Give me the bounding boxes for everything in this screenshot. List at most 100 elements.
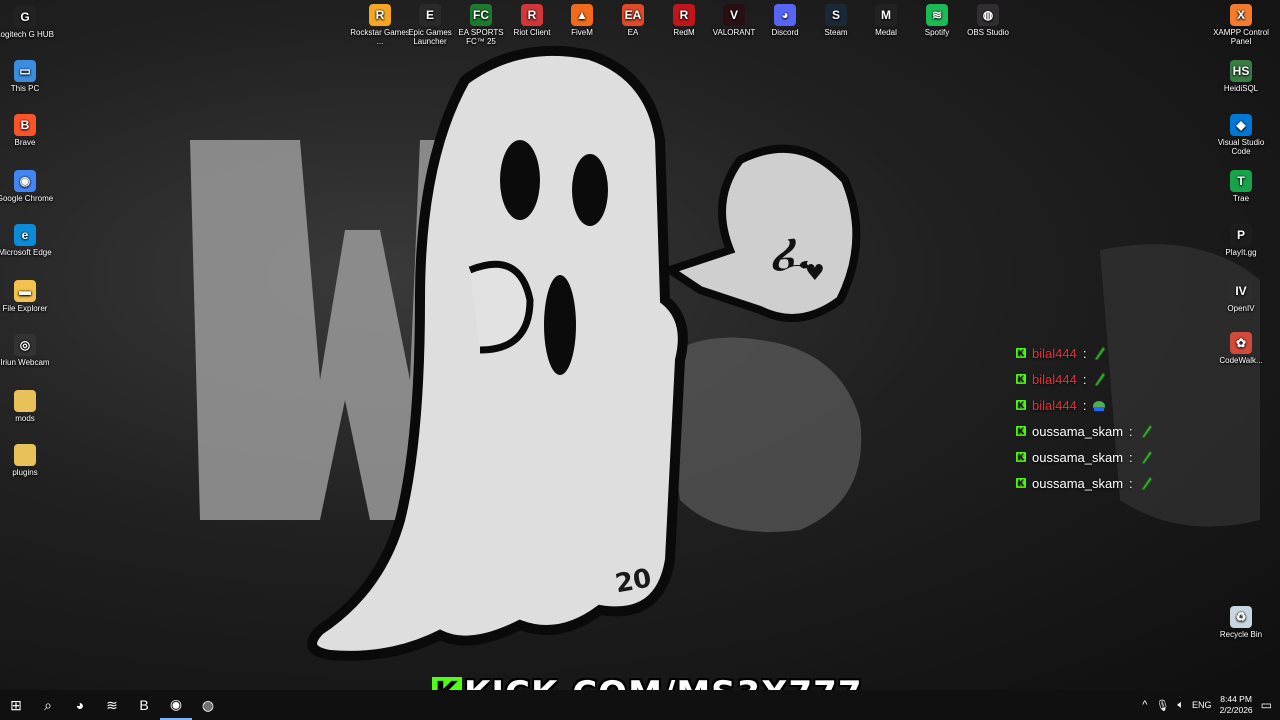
chat-username: bilal444: [1032, 345, 1077, 361]
desktop-shortcut[interactable]: mods: [0, 390, 55, 423]
chat-message: Kbilal444:: [1016, 392, 1216, 418]
desktop-shortcut[interactable]: G Logitech G HUB: [0, 6, 55, 39]
desktop-shortcut-label: PlayIt.gg: [1225, 248, 1257, 257]
desktop-shortcut-label: plugins: [12, 468, 38, 477]
webcam-icon: ◎: [14, 334, 36, 356]
taskbar-clock[interactable]: 8:44 PM 2/2/2026: [1220, 694, 1253, 716]
xampp-icon: X: [1230, 4, 1252, 26]
redm-icon: R: [673, 4, 695, 26]
language-indicator[interactable]: ENG: [1192, 700, 1212, 710]
windows-start-icon[interactable]: ⊞: [0, 690, 32, 720]
vscode-icon: ◆: [1230, 114, 1252, 136]
chat-separator: :: [1129, 449, 1133, 465]
chrome-icon: ◉: [14, 170, 36, 192]
epic-icon: E: [419, 4, 441, 26]
desktop-shortcut[interactable]: B Brave: [0, 114, 55, 147]
desktop-shortcut[interactable]: plugins: [0, 444, 55, 477]
desktop-shortcut-label: Trae: [1232, 194, 1250, 203]
chat-username: oussama_skam: [1032, 423, 1124, 439]
kick-badge-icon: K: [1016, 452, 1026, 462]
desktop-shortcut[interactable]: ▭ This PC: [0, 60, 55, 93]
kick-chat-overlay: Kbilal444: Kbilal444: Kbilal444: Koussama_s…: [1016, 340, 1216, 496]
volume-icon[interactable]: 🔈︎: [1177, 699, 1184, 712]
pickle-emote-icon: [1092, 372, 1107, 387]
chat-message: Kbilal444:: [1016, 366, 1216, 392]
desktop-shortcut-label: OpenIV: [1227, 304, 1255, 313]
chat-separator: :: [1082, 371, 1087, 387]
chat-message: Koussama_skam:: [1016, 444, 1216, 470]
heidisql-icon: HS: [1230, 60, 1252, 82]
search-icon[interactable]: ⌕: [32, 690, 64, 720]
chat-username: bilal444: [1032, 371, 1077, 387]
tray-overflow-chevron-icon[interactable]: ^: [1142, 699, 1147, 711]
computer-icon: ▭: [14, 60, 36, 82]
logitech-icon: G: [14, 6, 36, 28]
riot-icon: R: [521, 4, 543, 26]
microphone-icon[interactable]: 🎙︎: [1155, 699, 1169, 712]
chat-message: Kbilal444:: [1016, 340, 1216, 366]
desktop-shortcut-label: Recycle Bin: [1219, 630, 1263, 639]
desktop-shortcut[interactable]: IV OpenIV: [1211, 280, 1271, 313]
notification-center-icon[interactable]: ▭: [1261, 698, 1272, 712]
chat-separator: :: [1129, 423, 1133, 439]
desktop-shortcut-label: File Explorer: [2, 304, 48, 313]
pickle-emote-icon: [1092, 346, 1107, 361]
discord-icon: ◕: [774, 4, 796, 26]
chat-separator: :: [1082, 397, 1087, 413]
desktop-shortcut[interactable]: ✿ CodeWalk...: [1211, 332, 1271, 365]
desktop-shortcut-label: mods: [15, 414, 35, 423]
desktop-shortcut-label: Visual Studio Code: [1217, 138, 1265, 156]
pepe-emote-icon: [1092, 398, 1106, 412]
obs-icon[interactable]: ◍: [192, 690, 224, 720]
desktop-shortcut[interactable]: ▬ File Explorer: [0, 280, 55, 313]
system-tray: ^ 🎙︎ 🔈︎ ENG 8:44 PM 2/2/2026 ▭: [1142, 690, 1280, 720]
kick-badge-icon: K: [1016, 400, 1026, 410]
taskbar: ⊞ ⌕ ◕ ≋ B ◉ ◍ ^ 🎙︎ 🔈︎ ENG 8:44 PM 2/2/2026 ▭: [0, 690, 1280, 720]
trae-icon: T: [1230, 170, 1252, 192]
codewalker-icon: ✿: [1230, 332, 1252, 354]
desktop-shortcut[interactable]: ♻ Recycle Bin: [1211, 606, 1271, 639]
spotify-icon: ≋: [926, 4, 948, 26]
ea-fc-icon: FC: [470, 4, 492, 26]
chat-username: bilal444: [1032, 397, 1077, 413]
spotify-icon[interactable]: ≋: [96, 690, 128, 720]
desktop-shortcut-label: Brave: [14, 138, 36, 147]
obs-icon: ◍: [977, 4, 999, 26]
chat-message: Koussama_skam:: [1016, 470, 1216, 496]
pickle-emote-icon: [1139, 450, 1153, 465]
desktop-shortcut-label: Google Chrome: [0, 194, 54, 203]
brave-icon[interactable]: B: [128, 690, 160, 720]
desktop-shortcut-label: Iriun Webcam: [0, 358, 50, 367]
ea-icon: EA: [622, 4, 644, 26]
clock-time: 8:44 PM: [1220, 694, 1252, 704]
svg-text:20: 20: [613, 564, 654, 600]
kick-badge-icon: K: [1016, 426, 1026, 436]
taskbar-apps: ⊞ ⌕ ◕ ≋ B ◉ ◍: [0, 690, 224, 720]
desktop-shortcut[interactable]: ◉ Google Chrome: [0, 170, 55, 203]
desktop-shortcut[interactable]: ◆ Visual Studio Code: [1211, 114, 1271, 156]
desktop-shortcut[interactable]: HS HeidiSQL: [1211, 60, 1271, 93]
chat-separator: :: [1129, 475, 1133, 491]
chat-separator: :: [1082, 345, 1087, 361]
pickle-emote-icon: [1139, 476, 1153, 491]
brave-icon: B: [14, 114, 36, 136]
desktop-shortcut[interactable]: ◍ OBS Studio: [958, 4, 1018, 37]
desktop-shortcut[interactable]: e Microsoft Edge: [0, 224, 55, 257]
discord-icon[interactable]: ◕: [64, 690, 96, 720]
desktop-shortcut[interactable]: T Trae: [1211, 170, 1271, 203]
desktop-shortcut[interactable]: P PlayIt.gg: [1211, 224, 1271, 257]
folder-icon: [14, 390, 36, 412]
desktop-shortcut-label: Logitech G HUB: [0, 30, 54, 39]
chrome-icon[interactable]: ◉: [160, 690, 192, 720]
chat-username: oussama_skam: [1032, 475, 1124, 491]
desktop-shortcut[interactable]: X XAMPP Control Panel: [1211, 4, 1271, 46]
desktop-shortcut-label: CodeWalk...: [1219, 356, 1263, 365]
desktop-shortcut[interactable]: ◎ Iriun Webcam: [0, 334, 55, 367]
folder-icon: [14, 444, 36, 466]
edge-icon: e: [14, 224, 36, 246]
desktop-shortcut-label: XAMPP Control Panel: [1213, 28, 1269, 46]
kick-badge-icon: K: [1016, 348, 1026, 358]
chat-message: Koussama_skam:: [1016, 418, 1216, 444]
valorant-icon: V: [723, 4, 745, 26]
steam-icon: S: [825, 4, 847, 26]
